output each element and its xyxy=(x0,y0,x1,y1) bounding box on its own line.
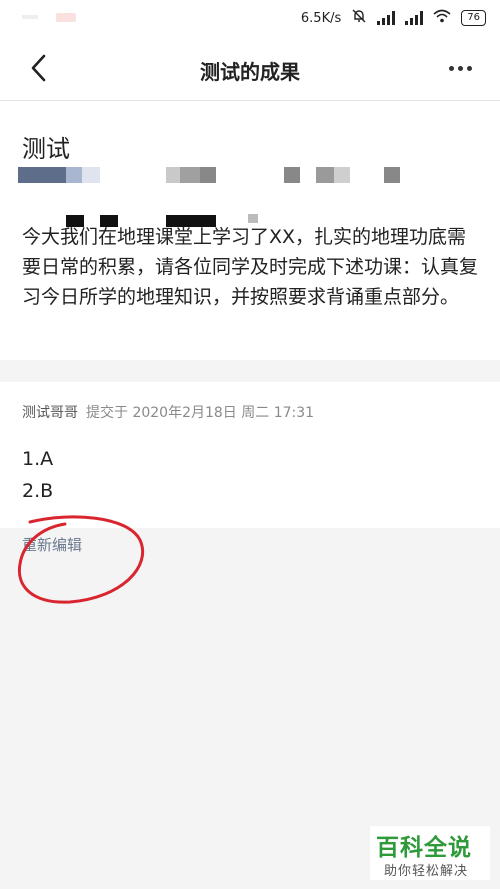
watermark-logo: 百科全说 助你轻松解决 xyxy=(370,826,490,880)
re-edit-link[interactable]: 重新编辑 xyxy=(22,534,82,555)
task-title: 测试 xyxy=(22,135,70,163)
signal-icon xyxy=(377,11,396,25)
watermark-title: 百科全说 xyxy=(376,835,472,861)
submission-meta: 测试哥哥 提交于 2020年2月18日 周二 17:31 xyxy=(22,402,314,422)
answer-item: 1.A xyxy=(22,448,54,470)
more-options-button[interactable] xyxy=(438,46,482,90)
notification-icons xyxy=(22,13,80,23)
status-bar: 6.5K/s 76 xyxy=(0,0,500,36)
submitter-name: 测试哥哥 xyxy=(22,405,78,421)
app-header: 测试的成果 xyxy=(0,36,500,101)
more-dot-icon xyxy=(466,65,472,71)
watermark-subtitle: 助你轻松解决 xyxy=(384,864,469,879)
submission-time: 提交于 2020年2月18日 周二 17:31 xyxy=(86,405,315,421)
more-dot-icon xyxy=(448,65,454,71)
signal-icon xyxy=(405,11,424,25)
more-dot-icon xyxy=(457,65,463,71)
app-notification-icon xyxy=(56,13,76,22)
notification-icon xyxy=(22,15,38,19)
answer-item: 2.B xyxy=(22,480,54,502)
page-title: 测试的成果 xyxy=(200,60,300,84)
status-indicators: 6.5K/s 76 xyxy=(301,8,486,28)
task-description: 今大我们在地理课堂上学习了XX，扎实的地理功底需要日常的积累，请各位同学及时完成… xyxy=(22,226,479,308)
mute-bell-icon xyxy=(351,8,367,28)
submission-card: 测试哥哥 提交于 2020年2月18日 周二 17:31 1.A 2.B xyxy=(0,382,500,528)
battery-icon: 76 xyxy=(461,10,486,26)
wifi-icon xyxy=(433,9,451,27)
net-speed: 6.5K/s xyxy=(300,10,342,26)
task-card: 测试 今大我们在地理课堂上学习了XX，扎实的地理功底需要日常的积累，请各位同学及… xyxy=(0,101,500,360)
